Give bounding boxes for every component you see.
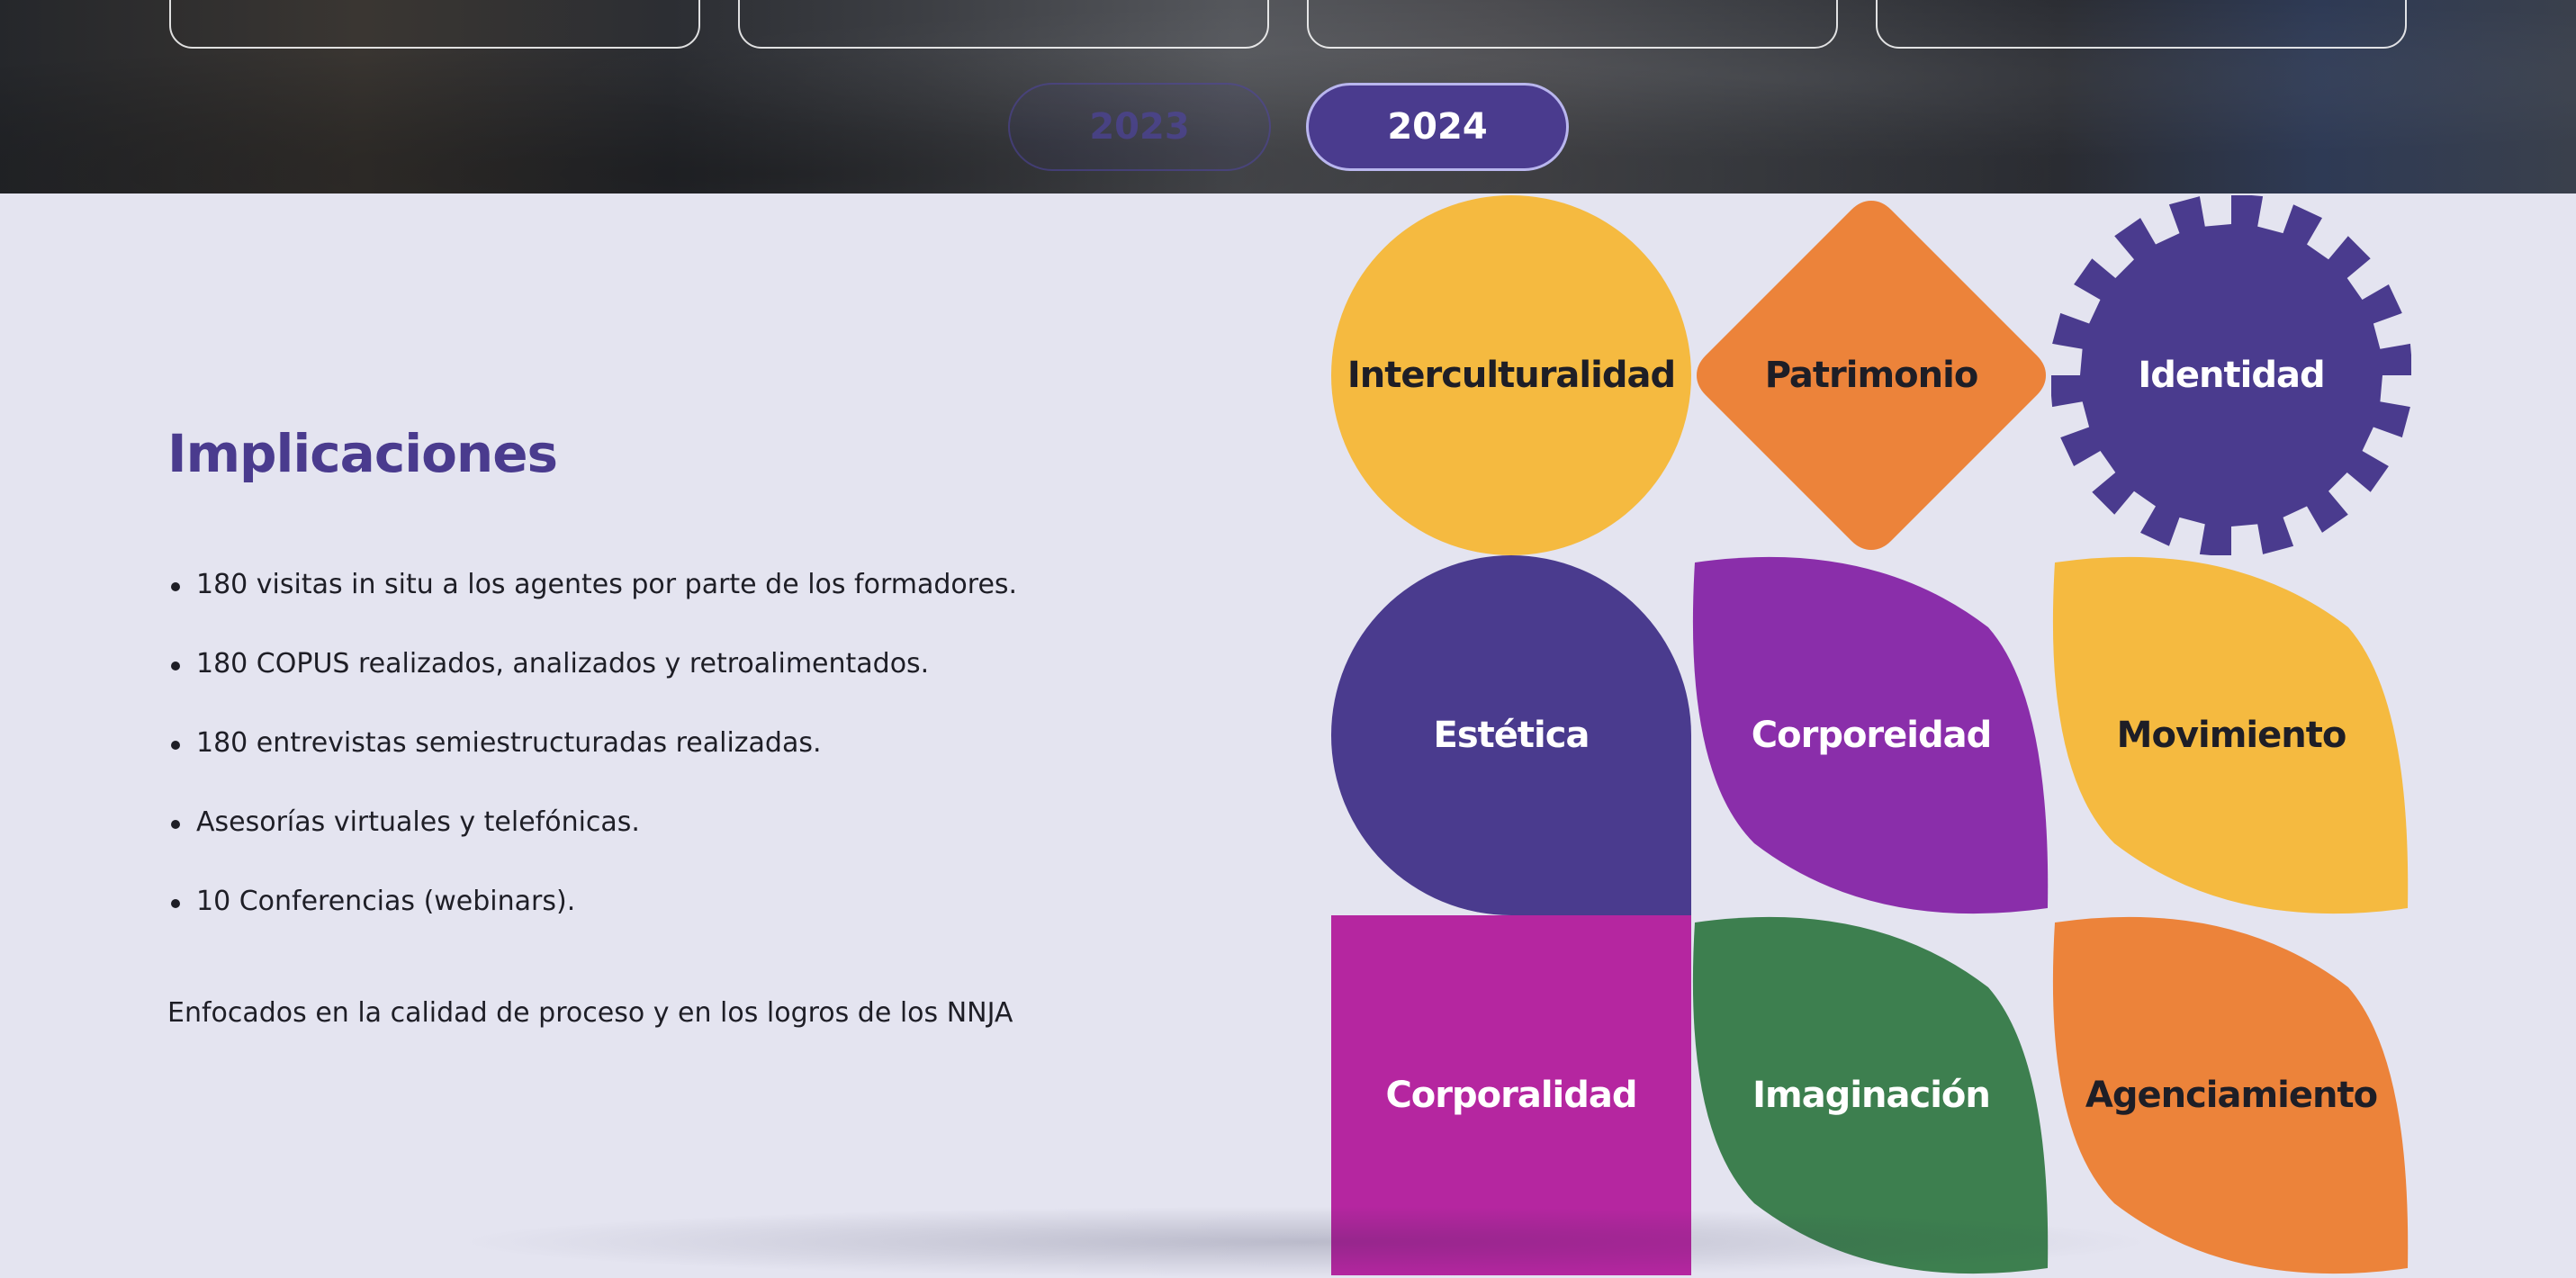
implications-list: 180 visitas in situ a los agentes por pa… [167, 558, 1017, 954]
section-title: Implicaciones [167, 423, 558, 484]
tile-label: Estética [1433, 715, 1590, 756]
list-item: 180 COPUS realizados, analizados y retro… [167, 637, 1017, 716]
tile-estetica[interactable]: Estética [1331, 555, 1691, 915]
closing-statement: Enfocados en la calidad de proceso y en … [167, 997, 1013, 1029]
hero-card[interactable] [738, 0, 1269, 49]
tile-patrimonio[interactable]: Patrimonio [1691, 195, 2051, 555]
hero-card[interactable] [169, 0, 700, 49]
year-button-2024[interactable]: 2024 [1306, 83, 1569, 171]
tile-label: Corporeidad [1751, 715, 1993, 756]
tile-identidad[interactable]: Identidad [2051, 195, 2411, 555]
hero-card[interactable] [1876, 0, 2407, 49]
list-item: 180 visitas in situ a los agentes por pa… [167, 558, 1017, 637]
year-button-2023[interactable]: 2023 [1008, 83, 1271, 171]
tile-label: Interculturalidad [1347, 355, 1676, 396]
tile-interculturalidad[interactable]: Interculturalidad [1331, 195, 1691, 555]
tile-label: Patrimonio [1764, 355, 1979, 396]
tile-label: Movimiento [2116, 715, 2347, 756]
list-item: 10 Conferencias (webinars). [167, 875, 1017, 954]
tile-label: Identidad [2138, 355, 2325, 396]
tile-movimiento[interactable]: Movimiento [2051, 555, 2411, 915]
hero-card[interactable] [1307, 0, 1838, 49]
list-item: Asesorías virtuales y telefónicas. [167, 796, 1017, 875]
hero-banner: 2023 2024 [0, 0, 2576, 194]
tile-corporeidad[interactable]: Corporeidad [1691, 555, 2051, 915]
bottom-shadow [450, 1206, 2160, 1278]
list-item: 180 entrevistas semiestructuradas realiz… [167, 716, 1017, 796]
